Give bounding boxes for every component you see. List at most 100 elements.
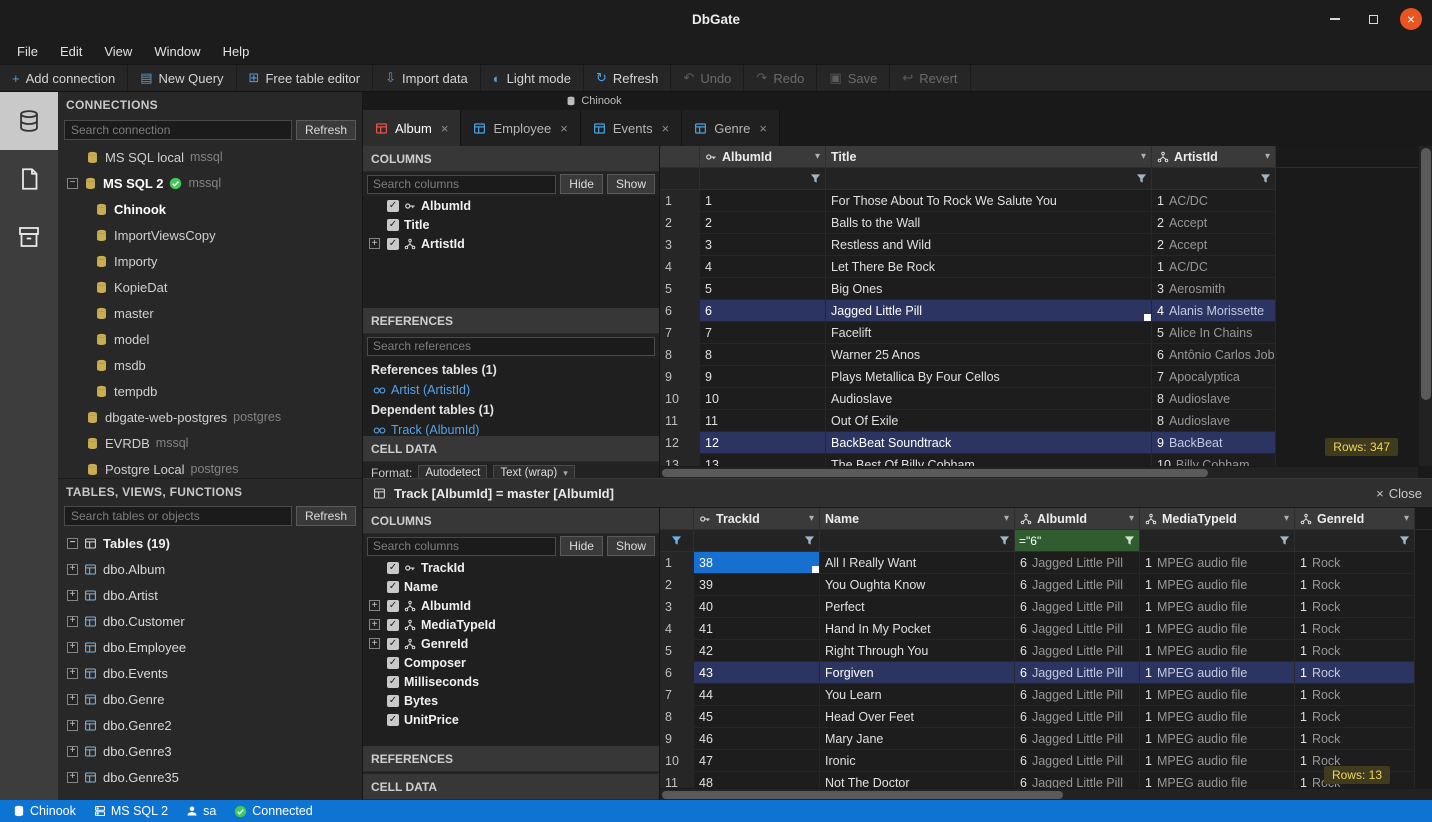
row-number[interactable]: 4 <box>660 618 694 640</box>
cell-albumid[interactable]: 6 Jagged Little Pill <box>1015 552 1140 574</box>
show-button[interactable]: Show <box>607 536 655 556</box>
cell-artistid[interactable]: 8 Audioslave <box>1152 388 1276 410</box>
status-database-item[interactable]: Chinook <box>4 800 85 822</box>
cell-mediatypeid[interactable]: 1 MPEG audio file <box>1140 552 1295 574</box>
table-list-item[interactable]: dbo.Genre3 <box>58 738 362 764</box>
table-row[interactable]: 7 7 Facelift 5 Alice In Chains <box>660 322 1432 344</box>
search-tables-input[interactable] <box>64 506 292 526</box>
cell-artistid[interactable]: 9 BackBeat <box>1152 432 1276 454</box>
table-row[interactable]: 10 10 Audioslave 8 Audioslave <box>660 388 1432 410</box>
column-header-mediatypeid[interactable]: MediaTypeId ▾ <box>1140 508 1295 530</box>
cell-albumid[interactable]: 6 Jagged Little Pill <box>1015 706 1140 728</box>
table-list-item[interactable]: dbo.Genre35 <box>58 764 362 790</box>
cell-mediatypeid[interactable]: 1 MPEG audio file <box>1140 618 1295 640</box>
cell-name[interactable]: You Oughta Know <box>820 574 1015 596</box>
column-checkbox[interactable]: ✓ <box>387 238 399 250</box>
row-number[interactable]: 4 <box>660 256 700 278</box>
cell-artistid[interactable]: 4 Alanis Morissette <box>1152 300 1276 322</box>
cell-genreid[interactable]: 1 Rock <box>1295 684 1415 706</box>
toolbar-button[interactable]: ⇩ Import data <box>373 65 481 91</box>
column-item[interactable]: ✓ Bytes <box>363 691 659 710</box>
table-row[interactable]: 2 39 You Oughta Know 6 Jagged Little Pil… <box>660 574 1432 596</box>
cell-genreid[interactable]: 1 Rock <box>1295 662 1415 684</box>
column-header-albumid[interactable]: AlbumId ▾ <box>700 146 826 168</box>
cell-mediatypeid[interactable]: 1 MPEG audio file <box>1140 662 1295 684</box>
table-row[interactable]: 6 43 Forgiven 6 Jagged Little Pill 1 <box>660 662 1432 684</box>
menu-item[interactable]: View <box>93 38 143 64</box>
table-row[interactable]: 1 38 All I Really Want 6 Jagged Little P… <box>660 552 1432 574</box>
column-checkbox[interactable]: ✓ <box>387 200 399 212</box>
expand-icon[interactable] <box>369 619 380 630</box>
cell-artistid[interactable]: 8 Audioslave <box>1152 410 1276 432</box>
toolbar-button[interactable]: ↶ Undo <box>671 65 744 91</box>
cell-mediatypeid[interactable]: 1 MPEG audio file <box>1140 640 1295 662</box>
filter-funnel-icon[interactable] <box>804 535 815 546</box>
connection-item[interactable]: tempdb <box>58 378 362 404</box>
connection-item[interactable]: model <box>58 326 362 352</box>
column-item[interactable]: ✓ AlbumId <box>363 596 659 615</box>
table-row[interactable]: 11 11 Out Of Exile 8 Audioslave <box>660 410 1432 432</box>
filter-funnel-icon[interactable] <box>671 535 682 546</box>
table-row[interactable]: 12 12 BackBeat Soundtrack 9 BackBeat <box>660 432 1432 454</box>
connection-item[interactable]: MS SQL 2 mssql <box>58 170 362 196</box>
filter-name[interactable] <box>820 530 1015 552</box>
row-number[interactable]: 11 <box>660 410 700 432</box>
expand-icon[interactable] <box>67 720 78 731</box>
column-checkbox[interactable]: ✓ <box>387 695 399 707</box>
maximize-button[interactable] <box>1362 8 1384 30</box>
cell-mediatypeid[interactable]: 1 MPEG audio file <box>1140 596 1295 618</box>
grid-corner-cell[interactable] <box>660 508 694 530</box>
toolbar-button[interactable]: ◐ Light mode <box>481 65 584 91</box>
cell-trackid[interactable]: 42 <box>694 640 820 662</box>
table-row[interactable]: 4 41 Hand In My Pocket 6 Jagged Little P… <box>660 618 1432 640</box>
row-number[interactable]: 7 <box>660 684 694 706</box>
cell-artistid[interactable]: 1 AC/DC <box>1152 190 1276 212</box>
files-module-button[interactable] <box>0 150 58 208</box>
search-connection-input[interactable] <box>64 120 292 140</box>
menu-item[interactable]: Help <box>212 38 261 64</box>
expand-icon[interactable] <box>369 600 380 611</box>
cell-trackid[interactable]: 38 <box>694 552 820 574</box>
cell-albumid[interactable]: 10 <box>700 388 826 410</box>
table-list-item[interactable]: dbo.Genre2 <box>58 712 362 738</box>
cell-mediatypeid[interactable]: 1 MPEG audio file <box>1140 684 1295 706</box>
tables-refresh-button[interactable]: Refresh <box>296 506 356 526</box>
column-menu-chevron-icon[interactable]: ▾ <box>1265 151 1270 162</box>
column-header-artistid[interactable]: ArtistId ▾ <box>1152 146 1276 168</box>
table-row[interactable]: 3 40 Perfect 6 Jagged Little Pill 1 <box>660 596 1432 618</box>
cell-genreid[interactable]: 1 Rock <box>1295 552 1415 574</box>
table-row[interactable]: 9 9 Plays Metallica By Four Cellos 7 Apo… <box>660 366 1432 388</box>
toolbar-button[interactable]: ↻ Refresh <box>584 65 671 91</box>
cell-artistid[interactable]: 2 Accept <box>1152 212 1276 234</box>
cell-name[interactable]: Right Through You <box>820 640 1015 662</box>
connection-item[interactable]: MS SQL local mssql <box>58 144 362 170</box>
menu-item[interactable]: Window <box>143 38 211 64</box>
cell-title[interactable]: Out Of Exile <box>826 410 1152 432</box>
expand-icon[interactable] <box>67 564 78 575</box>
cell-name[interactable]: Head Over Feet <box>820 706 1015 728</box>
cell-mediatypeid[interactable]: 1 MPEG audio file <box>1140 574 1295 596</box>
cell-trackid[interactable]: 40 <box>694 596 820 618</box>
connection-item[interactable]: msdb <box>58 352 362 378</box>
column-header-title[interactable]: Title ▾ <box>826 146 1152 168</box>
row-number[interactable]: 7 <box>660 322 700 344</box>
cell-artistid[interactable]: 2 Accept <box>1152 234 1276 256</box>
column-checkbox[interactable]: ✓ <box>387 714 399 726</box>
row-number[interactable]: 5 <box>660 640 694 662</box>
table-row[interactable]: 1 1 For Those About To Rock We Salute Yo… <box>660 190 1432 212</box>
row-number[interactable]: 5 <box>660 278 700 300</box>
close-button[interactable]: × <box>1400 8 1422 30</box>
table-row[interactable]: 2 2 Balls to the Wall 2 Accept <box>660 212 1432 234</box>
cell-genreid[interactable]: 1 Rock <box>1295 706 1415 728</box>
menu-item[interactable]: File <box>6 38 49 64</box>
cell-artistid[interactable]: 3 Aerosmith <box>1152 278 1276 300</box>
cell-name[interactable]: Forgiven <box>820 662 1015 684</box>
row-number[interactable]: 6 <box>660 662 694 684</box>
tab[interactable]: Events × <box>581 110 682 146</box>
column-menu-chevron-icon[interactable]: ▾ <box>1004 513 1009 524</box>
cell-albumid[interactable]: 6 Jagged Little Pill <box>1015 596 1140 618</box>
expand-icon[interactable] <box>67 694 78 705</box>
table-list-item[interactable]: dbo.Album <box>58 556 362 582</box>
table-list-item[interactable]: dbo.Customer <box>58 608 362 634</box>
cell-name[interactable]: All I Really Want <box>820 552 1015 574</box>
